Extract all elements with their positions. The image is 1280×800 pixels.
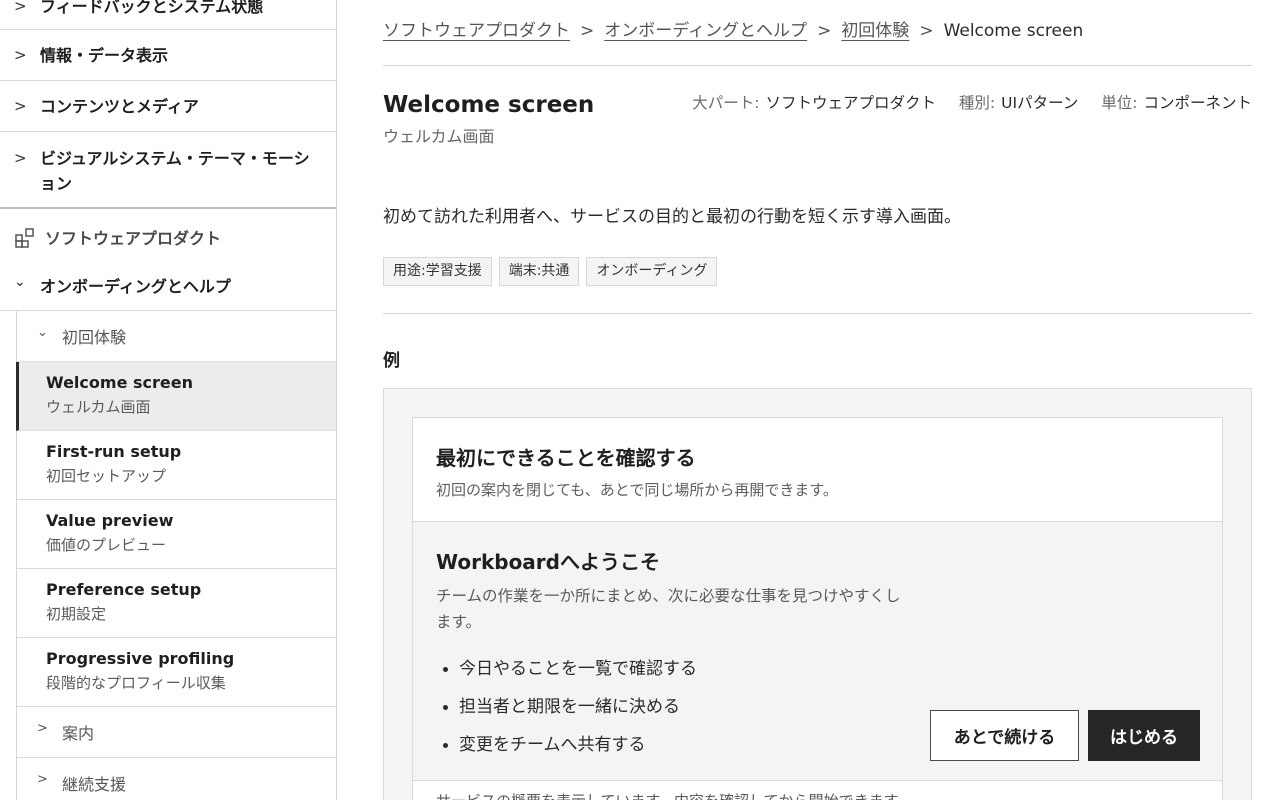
breadcrumb: ソフトウェアプロダクト > オンボーディングとヘルプ > 初回体験 > Welcome sc…: [383, 18, 1083, 44]
sidebar-item-progressive-profiling[interactable]: Progressive profiling 段階的なプロフィール収集: [17, 638, 336, 707]
breadcrumb-separator: >: [580, 21, 595, 41]
sidebar-item-subtitle: 初回セットアップ: [46, 467, 167, 485]
example-card-header: 最初にできることを確認する 初回の案内を閉じても、あとで同じ場所から再開できます…: [413, 418, 1222, 522]
sidebar-item-subtitle: ウェルカム画面: [46, 398, 151, 416]
chevron-right-icon: >: [14, 97, 27, 115]
example-preview: 最初にできることを確認する 初回の案内を閉じても、あとで同じ場所から再開できます…: [383, 388, 1252, 800]
list-item: 担当者と期限を一緒に決める: [443, 694, 697, 732]
list-item: 変更をチームへ共有する: [443, 732, 697, 770]
sidebar-category-content-media[interactable]: > コンテンツとメディア: [0, 81, 336, 132]
list-item: 今日やることを一覧で確認する: [443, 656, 697, 694]
chevron-right-icon: >: [37, 721, 48, 736]
sidebar-sub-list: ⌄ 初回体験 Welcome screen ウェルカム画面 First-run …: [16, 311, 336, 800]
app-root: > フィードバックとシステム状態 > 情報・データ表示 > コンテンツとメディア…: [0, 0, 1280, 800]
sidebar-subcategory-continued-support[interactable]: > 継続支援: [17, 758, 336, 800]
tag: 端末:共通: [498, 257, 580, 286]
sidebar-item-subtitle: 価値のプレビュー: [46, 536, 167, 554]
breadcrumb-separator: >: [919, 21, 934, 41]
welcome-bullet-list: 今日やることを一覧で確認する 担当者と期限を一緒に決める 変更をチームへ共有する: [443, 656, 697, 770]
page-meta: 大パート: ソフトウェアプロダクト 種別: UIパターン 単位: コンポーネント: [692, 91, 1252, 113]
sidebar-category-feedback[interactable]: > フィードバックとシステム状態: [0, 0, 336, 30]
meta-value-part: ソフトウェアプロダクト: [765, 94, 936, 112]
sidebar-category-info-data[interactable]: > 情報・データ表示: [0, 30, 336, 81]
sidebar-subcategory-label: 初回体験: [62, 328, 127, 347]
main-content: ソフトウェアプロダクト > オンボーディングとヘルプ > 初回体験 > Welcome sc…: [383, 0, 1252, 800]
chevron-right-icon: >: [14, 46, 27, 64]
welcome-text: チームの作業を一か所にまとめ、次に必要な仕事を見つけやすくします。: [436, 587, 901, 631]
example-card-title: 最初にできることを確認する: [436, 446, 696, 470]
breadcrumb-link-first-experience[interactable]: 初回体験: [841, 21, 909, 41]
sidebar-item-subtitle: 段階的なプロフィール収集: [46, 674, 226, 692]
sidebar-item-title: First-run setup: [46, 442, 182, 461]
sidebar-subcategory-label: 案内: [62, 724, 95, 743]
sidebar-root-label: ソフトウェアプロダクト: [45, 229, 222, 248]
sidebar-subcategory-guidance[interactable]: > 案内: [17, 707, 336, 758]
sidebar-item-title: Value preview: [46, 511, 174, 530]
chevron-right-icon: >: [14, 0, 27, 15]
sidebar-item-title: Preference setup: [46, 580, 202, 599]
sidebar-item-title: Progressive profiling: [46, 649, 235, 668]
sidebar-item-value-preview[interactable]: Value preview 価値のプレビュー: [17, 500, 336, 569]
sidebar-item-subtitle: 初期設定: [46, 605, 107, 623]
continue-later-button[interactable]: あとで続ける: [930, 710, 1079, 761]
chevron-right-icon: >: [14, 149, 27, 167]
sidebar-item-preference-setup[interactable]: Preference setup 初期設定: [17, 569, 336, 638]
example-card: 最初にできることを確認する 初回の案内を閉じても、あとで同じ場所から再開できます…: [412, 417, 1223, 800]
meta-value-type: UIパターン: [1001, 94, 1079, 112]
sidebar-category-label: フィードバックとシステム状態: [40, 0, 264, 16]
breadcrumb-link-software-product[interactable]: ソフトウェアプロダクト: [383, 21, 570, 41]
sidebar-subcategory-label: 継続支援: [62, 775, 127, 794]
chevron-down-icon: ⌄: [37, 325, 48, 340]
sidebar-subcategory-first-experience[interactable]: ⌄ 初回体験: [17, 311, 336, 362]
page-description: 初めて訪れた利用者へ、サービスの目的と最初の行動を短く示す導入画面。: [383, 207, 961, 227]
sidebar-section-onboarding-help[interactable]: ⌄ オンボーディングとヘルプ: [0, 263, 336, 311]
chevron-right-icon: >: [37, 772, 48, 787]
start-button[interactable]: はじめる: [1088, 710, 1200, 761]
meta-key-unit: 単位:: [1101, 94, 1138, 112]
page-title: Welcome screen: [383, 92, 595, 118]
sidebar-category-label: コンテンツとメディア: [40, 97, 199, 116]
sidebar-category-label: 情報・データ表示: [40, 46, 169, 65]
meta-key-type: 種別:: [958, 94, 996, 112]
sidebar-category-label: ビジュアルシステム・テーマ・モーション: [40, 149, 310, 193]
tag-list: 用途:学習支援 端末:共通 オンボーディング: [383, 257, 718, 286]
breadcrumb-current: Welcome screen: [943, 21, 1084, 41]
example-card-subtitle: 初回の案内を閉じても、あとで同じ場所から再開できます。: [436, 481, 838, 499]
breadcrumb-separator: >: [817, 21, 832, 41]
chevron-down-icon: ⌄: [14, 274, 26, 290]
sidebar: > フィードバックとシステム状態 > 情報・データ表示 > コンテンツとメディア…: [0, 0, 337, 800]
sidebar-section-label: オンボーディングとヘルプ: [40, 277, 231, 296]
divider: [383, 65, 1252, 66]
page-subtitle: ウェルカム画面: [383, 127, 495, 146]
divider: [383, 313, 1252, 314]
tag: 用途:学習支援: [383, 257, 492, 286]
welcome-panel: Workboardへようこそ チームの作業を一か所にまとめ、次に必要な仕事を見つ…: [413, 522, 1222, 781]
sidebar-item-welcome-screen[interactable]: Welcome screen ウェルカム画面: [16, 362, 336, 431]
example-heading: 例: [383, 351, 400, 371]
meta-value-unit: コンポーネント: [1143, 94, 1252, 112]
sidebar-category-visual-system[interactable]: > ビジュアルシステム・テーマ・モーション: [0, 132, 336, 207]
example-footer-note: サービスの概要を表示しています。内容を確認してから開始できます。: [436, 790, 912, 800]
tag: オンボーディング: [586, 257, 718, 286]
meta-key-part: 大パート:: [692, 94, 760, 112]
welcome-title: Workboardへようこそ: [436, 550, 660, 574]
sidebar-root-software-product[interactable]: ソフトウェアプロダクト: [0, 209, 336, 265]
components-icon: [15, 228, 34, 248]
sidebar-item-title: Welcome screen: [46, 373, 193, 392]
sidebar-item-first-run-setup[interactable]: First-run setup 初回セットアップ: [17, 431, 336, 500]
breadcrumb-link-onboarding-help[interactable]: オンボーディングとヘルプ: [604, 21, 807, 41]
